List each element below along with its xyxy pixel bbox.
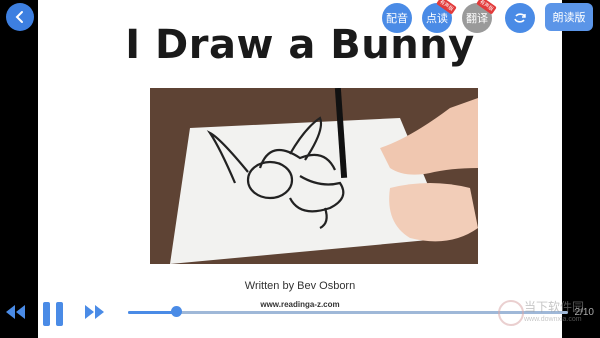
watermark-url: www.downxia.com: [524, 316, 582, 323]
cover-photo: [150, 88, 478, 264]
watermark: 当下软件园 www.downxia.com: [498, 296, 594, 330]
progress-thumb[interactable]: [171, 306, 183, 317]
watermark-logo-icon: [498, 300, 524, 326]
pause-button[interactable]: [42, 301, 64, 332]
fast-forward-icon: [85, 305, 104, 319]
rewind-button[interactable]: [4, 305, 26, 324]
book-title: I Draw a Bunny: [125, 22, 475, 68]
progress-fill: [128, 311, 177, 314]
rewind-icon: [6, 305, 25, 319]
watermark-text: 当下软件园: [524, 300, 585, 314]
fast-forward-button[interactable]: [84, 305, 106, 324]
pause-icon: [43, 302, 63, 326]
book-author: Written by Bev Osborn: [244, 280, 356, 292]
